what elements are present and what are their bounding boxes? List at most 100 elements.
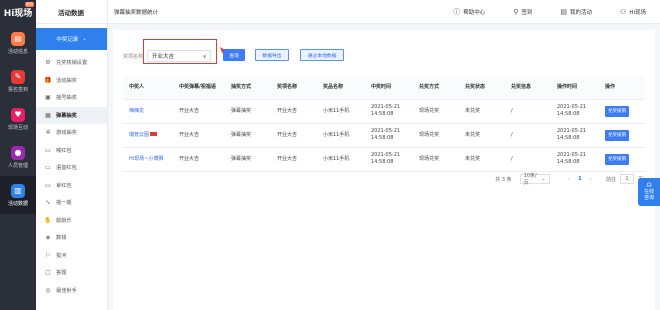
export-button[interactable]: 数据导出 [255, 49, 289, 61]
sync-local-data-button[interactable]: 通过本地数据 [300, 49, 344, 61]
user-icon: ● [11, 145, 25, 160]
sidebar-group-winning-records[interactable]: 中奖记录 ⌄ [36, 28, 107, 50]
float-line2: 咨询 [643, 195, 654, 201]
sidebar-item-danmaku-lottery[interactable]: ▦ 弹幕抽奖 [36, 106, 107, 124]
app-logo[interactable]: Hi现场 测试 [0, 0, 36, 24]
logo-text: Hi现场 [3, 8, 33, 19]
column-header: 兑奖信息 [505, 76, 551, 100]
chevron-down-icon: ⌄ [82, 36, 87, 42]
voice-redpacket-icon: ▭ [45, 164, 51, 172]
help-center-link[interactable]: ⓘ 帮助中心 [453, 7, 485, 17]
redeem-info: / [505, 99, 551, 124]
prize-name: 小米11手机 [317, 123, 365, 148]
rail-item-checkin[interactable]: ✎ 报名签到 [0, 62, 36, 100]
rail-label: 人员管理 [7, 162, 28, 169]
bless-text: 开业大吉 [173, 147, 225, 172]
table-header-row: 中奖人 中奖弹幕/祝福语 抽奖方式 奖项名称 奖品名称 中奖时间 兑奖方式 兑奖… [123, 76, 645, 100]
sidebar-item-label: 兑奖核销设置 [56, 60, 88, 67]
list-icon: ▤ [560, 7, 568, 16]
action-cell: 兑奖核销 [599, 147, 645, 172]
sidebar-item-activity-lottery[interactable]: 🎁 活动抽奖 [36, 72, 107, 90]
lottery-method: 弹幕抽奖 [225, 147, 271, 172]
grab-redpacket-icon: ▭ [45, 181, 51, 189]
goto-label: 前往 [605, 176, 616, 183]
top-bar: 弹幕抽奖数据统计 ⓘ 帮助中心 ⚲ 签到 ▤ 我的活动 ⚇ Hi现场 [108, 0, 660, 24]
checkin-link[interactable]: ⚲ 签到 [513, 8, 532, 16]
sidebar-item-knock[interactable]: ✋ 敲敲乐 [36, 212, 107, 230]
winner-name[interactable]: 嗨嗨龙 [123, 99, 173, 124]
lottery-method: 弹幕抽奖 [225, 123, 271, 148]
sidebar-item-label: 弹幕抽奖 [56, 112, 77, 119]
rail-item-people[interactable]: ● 人员管理 [0, 138, 36, 176]
goto-page-input[interactable]: 1 [619, 174, 634, 184]
sidebar-item-count-money[interactable]: ◈ 数钱 [36, 229, 107, 247]
bless-text: 开业大吉 [173, 99, 225, 124]
sidebar-item-number-lottery[interactable]: ▣ 摇号抽奖 [36, 89, 107, 107]
shake-icon: ∿ [45, 199, 51, 207]
sidebar-item-quiz[interactable]: ▢ 答题 [36, 264, 107, 282]
column-header: 中奖人 [123, 76, 173, 100]
award-name: 开业大吉 [271, 99, 317, 124]
group-label: 中奖记录 [56, 37, 79, 43]
sidebar-item-label: 活动抽奖 [56, 77, 77, 84]
user-menu[interactable]: ⚇ Hi现场 [620, 8, 646, 16]
redeem-verify-button[interactable]: 兑奖核销 [605, 129, 629, 141]
help-icon: ⓘ [453, 7, 461, 16]
bless-text: 开业大吉 [173, 123, 225, 148]
operation-time: 2021-05-21 14:58:08 [551, 123, 599, 148]
user-icon: ⚇ [620, 7, 627, 16]
my-activity-label: 我的活动 [570, 9, 593, 16]
checkin-label: 签到 [521, 9, 533, 16]
lottery-method: 弹幕抽奖 [225, 99, 271, 124]
pagination: 共 3 条 10条/页 ⌄ ‹ 1 › 前往 1 页 [495, 173, 643, 186]
sidebar-item-best-shooter[interactable]: ◎ 最佳射手 [36, 282, 107, 300]
current-page[interactable]: 1 [578, 176, 581, 182]
sidebar-item-game-lottery[interactable]: ✲ 游戏抽奖 [36, 124, 107, 142]
page-size-value: 10条/页 [523, 173, 537, 186]
prize-name: 小米11手机 [317, 147, 365, 172]
rail-item-interaction[interactable]: ♥ 现场互动 [0, 100, 36, 138]
secondary-sidebar: 活动数据 中奖记录 ⌄ ⚙ 兑奖核销设置 🎁 活动抽奖 ▣ 摇号抽奖 ▦ 弹幕抽奖 ✲ 游… [36, 0, 108, 310]
briefcase-icon: ▤ [11, 31, 25, 46]
knock-icon: ✋ [44, 216, 52, 224]
rail-item-activity-data[interactable]: ▥ 活动数据 [0, 176, 36, 214]
redeem-info: / [505, 147, 551, 172]
sidebar-item-label: 拿红包 [56, 182, 72, 189]
sidebar-item-shake[interactable]: ∿ 摇一摇 [36, 194, 107, 212]
prev-page-button[interactable]: ‹ [568, 176, 570, 183]
interaction-icon: ♥ [11, 107, 25, 122]
query-button[interactable]: 查询 [223, 49, 245, 61]
total-count: 共 3 条 [495, 176, 512, 183]
sidebar-item-redeem-settings[interactable]: ⚙ 兑奖核销设置 [36, 54, 107, 72]
user-name: Hi现场 [629, 9, 646, 16]
redeem-status: 未兑奖 [459, 123, 505, 148]
sidebar-item-label: 摇一摇 [56, 200, 72, 207]
settings-icon: ⚙ [45, 59, 51, 67]
location-icon: ⚲ [513, 7, 519, 16]
column-header: 抽奖方式 [225, 76, 271, 100]
column-header: 操作 [599, 76, 645, 100]
app-rail: Hi现场 测试 ▤ 活动信息 ✎ 报名签到 ♥ 现场互动 ● 人员管理 ▥ 活动… [0, 0, 36, 310]
danmaku-icon: ▦ [45, 111, 51, 119]
award-name: 开业大吉 [271, 123, 317, 148]
page-size-select[interactable]: 10条/页 ⌄ [519, 173, 550, 186]
winner-cell[interactable]: 瑞普云图 [123, 123, 173, 148]
redeem-verify-button[interactable]: 兑奖核销 [605, 105, 629, 117]
redeem-method: 现场兑奖 [413, 123, 459, 148]
winner-name: 瑞普云图 [129, 131, 150, 138]
column-header: 奖品名称 [317, 76, 365, 100]
sidebar-item-grab-redpacket[interactable]: ▭ 拿红包 [36, 177, 107, 195]
next-page-button[interactable]: › [590, 176, 592, 183]
redeem-verify-button[interactable]: 兑奖核销 [605, 153, 629, 165]
win-time: 2021-05-21 14:58:08 [365, 99, 413, 124]
sidebar-item-voice-redpacket[interactable]: ▭ 语音红包 [36, 159, 107, 177]
sidebar-item-tug-of-war[interactable]: ⚐ 拔河 [36, 247, 107, 265]
rail-item-activity-info[interactable]: ▤ 活动信息 [0, 24, 36, 62]
test-badge: 测试 [25, 2, 34, 7]
winner-name[interactable]: Hi现场~小博狮 [123, 147, 173, 172]
tug-icon: ⚐ [45, 251, 51, 259]
table-row: 嗨嗨龙 开业大吉 弹幕抽奖 开业大吉 小米11手机 2021-05-21 14:… [123, 99, 645, 124]
online-consult-button[interactable]: ☊ 在线 咨询 [638, 178, 660, 206]
my-activity-link[interactable]: ▤ 我的活动 [560, 8, 592, 16]
sidebar-item-shout-redpacket[interactable]: ▭ 喊红包 [36, 142, 107, 160]
